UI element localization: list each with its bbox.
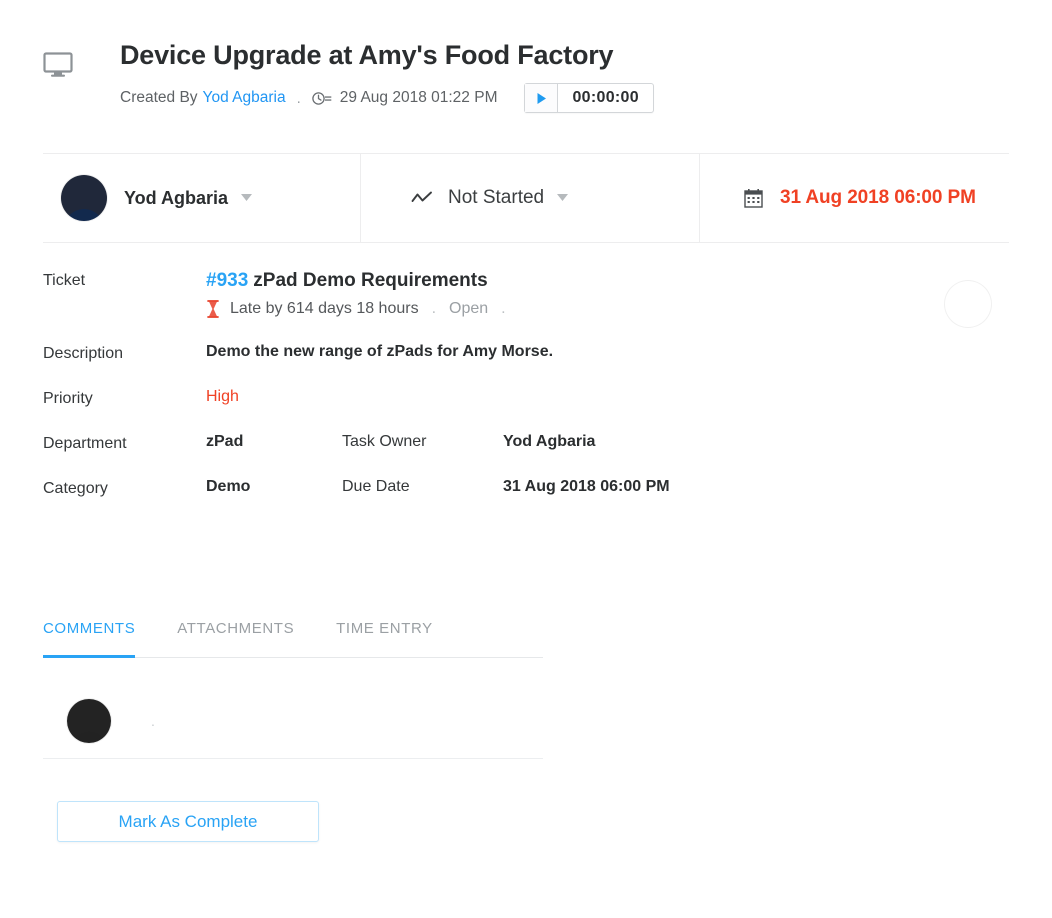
description-label: Description <box>43 345 124 362</box>
description-value: Demo the new range of zPads for Amy Mors… <box>206 343 554 360</box>
tab-bar: COMMENTS ATTACHMENTS TIME ENTRY <box>43 620 543 658</box>
priority-label: Priority <box>43 390 93 407</box>
detail-row-ticket: Ticket #933 zPad Demo Requirements <box>43 270 1009 292</box>
avatar <box>945 281 991 327</box>
header-meta: Created By Yod Agbaria . 29 Aug 2018 01:… <box>120 83 654 114</box>
task-owner-value: Yod Agbaria <box>503 433 596 450</box>
created-date: 29 Aug 2018 01:22 PM <box>339 89 498 107</box>
created-by-label: Created By <box>120 89 198 107</box>
trend-line-icon <box>411 190 433 206</box>
tab-comments[interactable]: COMMENTS <box>43 620 136 658</box>
status-bar: Yod Agbaria Not Started 31 Aug 2018 06:0… <box>43 153 1009 243</box>
play-icon[interactable] <box>525 84 559 113</box>
task-detail-page: Device Upgrade at Amy's Food Factory Cre… <box>0 0 1052 918</box>
mark-as-complete-button[interactable]: Mark As Complete <box>57 801 319 842</box>
meta-separator: . <box>296 89 301 107</box>
tab-attachments[interactable]: ATTACHMENTS <box>177 620 294 658</box>
due-date-field[interactable]: 31 Aug 2018 06:00 PM <box>700 154 1009 242</box>
ticket-label: Ticket <box>43 272 86 289</box>
monitor-icon <box>43 52 77 83</box>
comment-separator: . <box>151 712 155 729</box>
status-label: Not Started <box>448 187 545 208</box>
chevron-down-icon[interactable] <box>241 193 253 204</box>
hourglass-icon <box>206 300 220 318</box>
category-value: Demo <box>206 478 251 495</box>
comment-row: . <box>43 683 543 759</box>
category-label: Category <box>43 480 108 497</box>
due-date-label: Due Date <box>342 478 410 495</box>
due-date-value: 31 Aug 2018 06:00 PM <box>503 478 670 495</box>
owner-selector[interactable]: Yod Agbaria <box>43 154 360 242</box>
status-selector[interactable]: Not Started <box>360 154 700 242</box>
ticket-status-line: Late by 614 days 18 hours . Open . <box>206 300 1009 318</box>
timer-widget[interactable]: 00:00:00 <box>524 83 654 114</box>
timer-value: 00:00:00 <box>572 89 639 107</box>
chevron-down-icon[interactable] <box>557 193 569 204</box>
status-badge: Open <box>449 300 489 317</box>
task-details: Ticket #933 zPad Demo Requirements Late b… <box>43 270 1009 523</box>
department-value: zPad <box>206 433 244 450</box>
page-header: Device Upgrade at Amy's Food Factory Cre… <box>43 40 1009 114</box>
ticket-title: #933 zPad Demo Requirements <box>206 270 488 292</box>
detail-row-priority: Priority High <box>43 388 1009 408</box>
calendar-icon <box>744 188 763 208</box>
page-title: Device Upgrade at Amy's Food Factory <box>120 40 614 70</box>
task-owner-label: Task Owner <box>342 433 427 450</box>
priority-value: High <box>206 388 239 405</box>
ticket-number-link[interactable]: #933 <box>206 270 248 291</box>
avatar <box>67 698 111 743</box>
status-separator: . <box>501 300 506 317</box>
detail-row-description: Description Demo the new range of zPads … <box>43 343 1009 363</box>
tab-time-entry[interactable]: TIME ENTRY <box>336 620 433 658</box>
owner-name: Yod Agbaria <box>124 187 229 208</box>
ticket-subject: zPad Demo Requirements <box>253 270 488 291</box>
due-date-value: 31 Aug 2018 06:00 PM <box>780 187 976 208</box>
detail-row-department: Department zPad Task Owner Yod Agbaria <box>43 433 1009 453</box>
detail-row-category: Category Demo Due Date 31 Aug 2018 06:00… <box>43 478 1009 498</box>
avatar <box>61 175 107 221</box>
clock-list-icon <box>312 91 332 106</box>
department-label: Department <box>43 435 127 452</box>
late-text: Late by 614 days 18 hours <box>230 300 419 317</box>
creator-link[interactable]: Yod Agbaria <box>203 89 286 107</box>
status-separator: . <box>431 300 437 317</box>
